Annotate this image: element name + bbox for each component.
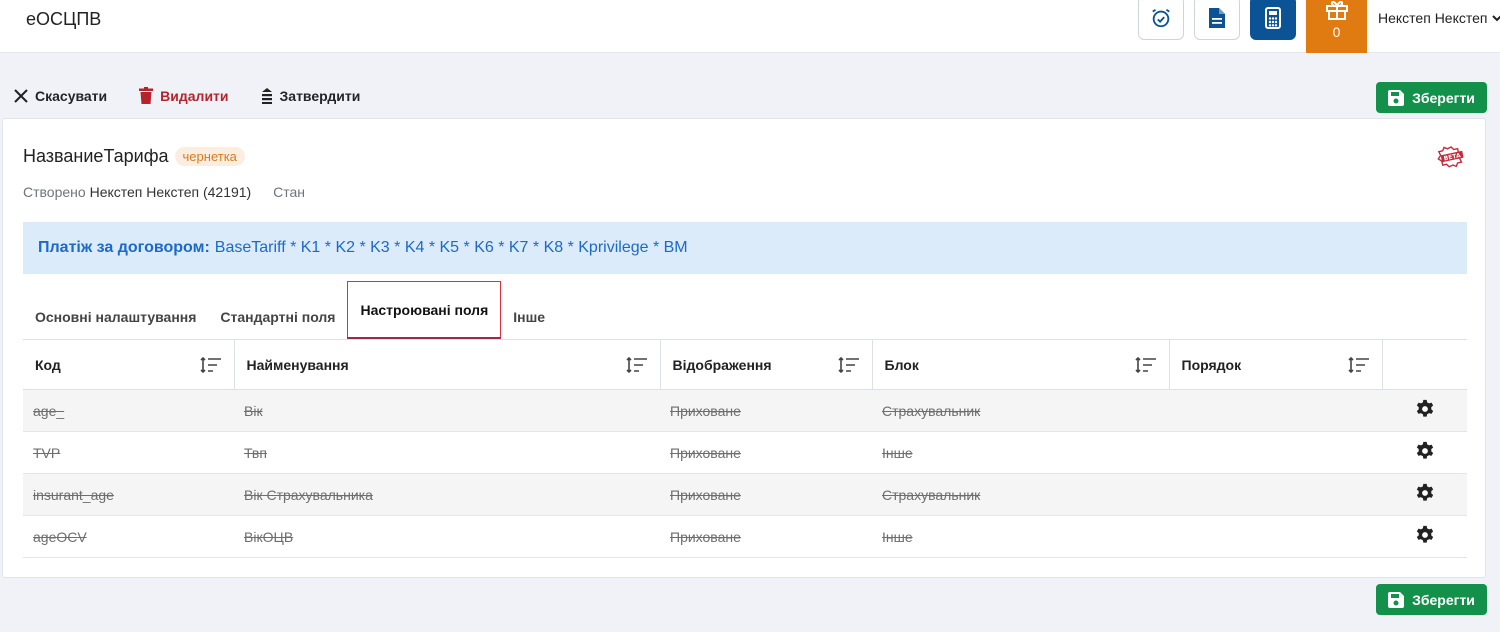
save-button-top[interactable]: Зберегти bbox=[1376, 82, 1487, 113]
custom-fields-table: Код Найменування Відображення Блок Поряд… bbox=[23, 339, 1467, 558]
gear-icon bbox=[1416, 483, 1433, 501]
tabs: Основні налаштування Стандартні поля Нас… bbox=[23, 281, 557, 339]
gift-icon bbox=[1325, 0, 1348, 20]
cell-order bbox=[1169, 473, 1382, 516]
approve-icon bbox=[261, 87, 272, 104]
status-badge: чернетка bbox=[174, 147, 245, 166]
document-icon bbox=[1209, 8, 1225, 28]
document-button[interactable] bbox=[1194, 0, 1240, 40]
tariff-card: НазваниеТарифа чернетка BETA Створено Не… bbox=[2, 118, 1486, 578]
formula-label: Платіж за договором: bbox=[38, 239, 210, 256]
gear-icon bbox=[1416, 441, 1433, 459]
cell-display: Приховане bbox=[660, 389, 872, 432]
calculator-icon bbox=[1265, 7, 1281, 29]
cell-code: TVP bbox=[23, 431, 234, 474]
table-row[interactable]: insurant_age Вік Страхувальника Прихован… bbox=[23, 473, 1467, 516]
tariff-name: НазваниеТарифа bbox=[23, 146, 169, 166]
delete-button[interactable]: Видалити bbox=[139, 87, 229, 104]
cell-block: Страхувальник bbox=[872, 473, 1169, 516]
floppy-disk-icon bbox=[1388, 591, 1405, 608]
column-header-code[interactable]: Код bbox=[23, 339, 235, 390]
cell-code: insurant_age bbox=[23, 473, 234, 516]
tariff-title: НазваниеТарифа чернетка bbox=[23, 146, 245, 167]
gear-icon bbox=[1416, 399, 1433, 417]
save-label: Зберегти bbox=[1412, 591, 1475, 608]
formula-expression: BaseTariff * K1 * K2 * K3 * K4 * K5 * K6… bbox=[214, 239, 688, 256]
alarm-clock-icon bbox=[1152, 8, 1170, 28]
calculator-button[interactable] bbox=[1250, 0, 1296, 40]
cell-block: Інше bbox=[872, 431, 1169, 474]
row-settings-button[interactable] bbox=[1382, 515, 1467, 558]
state-label: Стан bbox=[273, 184, 305, 200]
chevron-down-icon bbox=[1491, 15, 1500, 22]
cancel-button[interactable]: Скасувати bbox=[14, 88, 107, 104]
column-header-name[interactable]: Найменування bbox=[234, 339, 661, 390]
gift-count: 0 bbox=[1332, 24, 1341, 40]
close-icon bbox=[14, 88, 28, 103]
table-header-row: Код Найменування Відображення Блок Поряд… bbox=[23, 339, 1467, 390]
cell-name: Вік bbox=[234, 389, 660, 432]
column-header-display[interactable]: Відображення bbox=[660, 339, 873, 390]
column-header-order[interactable]: Порядок bbox=[1169, 339, 1383, 390]
approve-button[interactable]: Затвердити bbox=[261, 87, 361, 104]
row-settings-button[interactable] bbox=[1382, 431, 1467, 474]
app-title[interactable]: еОСЦПВ bbox=[26, 9, 101, 30]
beta-badge: BETA bbox=[1435, 144, 1469, 171]
row-settings-button[interactable] bbox=[1382, 473, 1467, 516]
cell-display: Приховане bbox=[660, 473, 872, 516]
tab-standard-fields[interactable]: Стандартні поля bbox=[208, 309, 347, 339]
gift-button[interactable]: 0 bbox=[1306, 0, 1367, 53]
tariff-meta: Створено Некстеп Некстеп (42191) Стан bbox=[23, 184, 305, 200]
beta-stamp-icon: BETA bbox=[1437, 146, 1464, 168]
save-label: Зберегти bbox=[1412, 89, 1475, 106]
cell-name: Твп bbox=[234, 431, 660, 474]
cell-block: Страхувальник bbox=[872, 389, 1169, 432]
table-row[interactable]: ageOCV ВікОЦВ Приховане Інше bbox=[23, 515, 1467, 558]
save-button-bottom[interactable]: Зберегти bbox=[1376, 584, 1487, 615]
table-row[interactable]: age_ Вік Приховане Страхувальник bbox=[23, 389, 1467, 432]
delete-label: Видалити bbox=[160, 87, 229, 104]
cell-code: age_ bbox=[23, 389, 234, 432]
user-menu[interactable]: Некстеп Некстеп bbox=[1378, 10, 1500, 26]
user-name: Некстеп Некстеп bbox=[1378, 10, 1488, 26]
tab-custom-fields[interactable]: Настроювані поля bbox=[347, 281, 502, 339]
sort-icon bbox=[837, 356, 859, 373]
sort-icon bbox=[199, 356, 221, 373]
row-settings-button[interactable] bbox=[1382, 389, 1467, 432]
tab-other[interactable]: Інше bbox=[501, 309, 557, 339]
cell-order bbox=[1169, 431, 1382, 474]
sort-icon bbox=[625, 356, 647, 373]
cancel-label: Скасувати bbox=[35, 87, 108, 104]
cell-order bbox=[1169, 389, 1382, 432]
cell-display: Приховане bbox=[660, 431, 872, 474]
created-label: Створено bbox=[23, 184, 86, 200]
action-bar: Скасувати Видалити Затвердити bbox=[14, 87, 392, 104]
tab-basic-settings[interactable]: Основні налаштування bbox=[23, 309, 208, 339]
cell-block: Інше bbox=[872, 515, 1169, 558]
gear-icon bbox=[1416, 525, 1433, 543]
sort-icon bbox=[1134, 356, 1156, 373]
cell-display: Приховане bbox=[660, 515, 872, 558]
column-header-actions bbox=[1382, 339, 1467, 390]
trash-icon bbox=[139, 87, 154, 104]
author-name[interactable]: Некстеп Некстеп (42191) bbox=[90, 184, 252, 200]
sort-icon bbox=[1347, 356, 1369, 373]
table-row[interactable]: TVP Твп Приховане Інше bbox=[23, 431, 1467, 474]
alarm-clock-button[interactable] bbox=[1138, 0, 1184, 40]
cell-name: ВікОЦВ bbox=[234, 515, 660, 558]
cell-order bbox=[1169, 515, 1382, 558]
cell-name: Вік Страхувальника bbox=[234, 473, 660, 516]
cell-code: ageOCV bbox=[23, 515, 234, 558]
approve-label: Затвердити bbox=[279, 87, 361, 104]
column-header-block[interactable]: Блок bbox=[872, 339, 1170, 390]
floppy-disk-icon bbox=[1388, 89, 1405, 106]
payment-formula: Платіж за договором: BaseTariff * K1 * K… bbox=[23, 222, 1467, 274]
top-bar: еОСЦПВ 0 Некстеп Некстеп bbox=[0, 0, 1500, 53]
